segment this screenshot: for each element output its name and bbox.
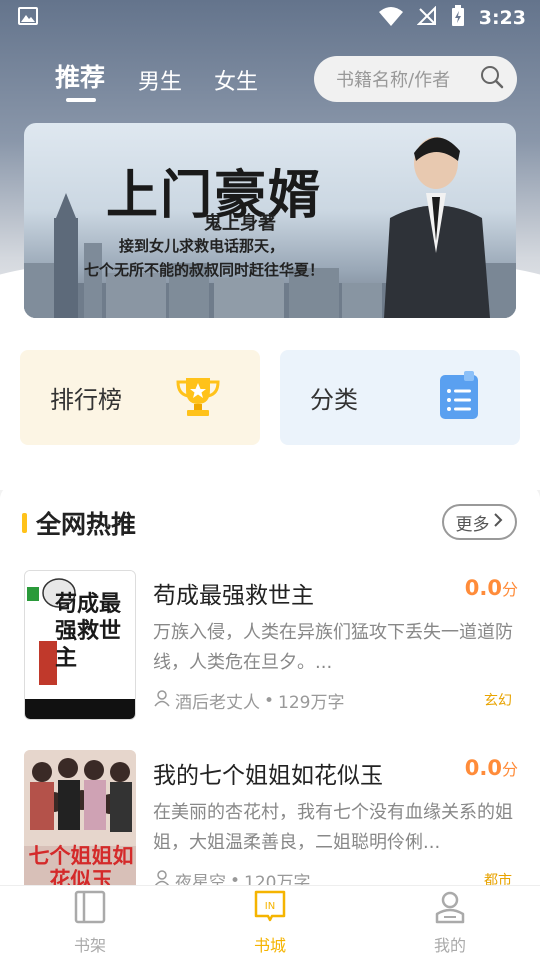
- svg-text:IN: IN: [265, 901, 275, 912]
- book-score-value: 0.0: [464, 756, 502, 780]
- top-header: 推荐 男生 女生 书籍名称/作者: [0, 50, 540, 110]
- book-cover-title: 苟成最强救世主: [55, 591, 122, 671]
- meta-separator: •: [264, 690, 275, 711]
- bottom-navigation: 书架 IN 书城 我的: [0, 885, 540, 960]
- book-cover[interactable]: 七个姐姐如花似玉: [24, 750, 136, 900]
- book-score: 0.0分: [465, 756, 518, 780]
- book-word-count: 129万字: [278, 693, 345, 713]
- book-meta: 酒后老丈人 • 129万字: [153, 688, 344, 713]
- tab-male[interactable]: 男生: [138, 64, 182, 96]
- nav-profile[interactable]: 我的: [360, 886, 540, 960]
- book-title[interactable]: 我的七个姐姐如花似玉: [153, 756, 383, 790]
- bookshelf-icon: [74, 890, 106, 928]
- book-score: 0.0分: [465, 576, 518, 600]
- nav-bookshelf-label: 书架: [73, 936, 106, 955]
- category-card[interactable]: 分类: [280, 350, 520, 445]
- ranking-label: 排行榜: [50, 386, 122, 414]
- bookstore-icon: IN: [254, 890, 286, 928]
- book-cover[interactable]: 苟成最强救世主: [24, 570, 136, 720]
- author-icon: [153, 689, 171, 712]
- chevron-right-icon: [492, 512, 504, 533]
- more-label: 更多: [455, 514, 490, 535]
- trophy-icon: [174, 372, 222, 424]
- category-label: 分类: [310, 386, 358, 414]
- active-tab-indicator: [66, 98, 96, 102]
- tab-female[interactable]: 女生: [214, 64, 258, 96]
- section-title: 全网热推: [36, 510, 137, 539]
- wifi-icon: [378, 6, 403, 30]
- book-genre-tag: 玄幻: [484, 693, 512, 709]
- banner-tagline-1: 接到女儿求救电话那天，: [119, 237, 285, 255]
- search-icon[interactable]: [479, 64, 505, 95]
- book-score-unit: 分: [501, 580, 518, 599]
- nav-bookshelf[interactable]: 书架: [0, 886, 180, 960]
- section-title-marker: [22, 513, 27, 533]
- book-description: 在美丽的杏花村，我有七个没有血缘关系的姐姐，大姐温柔善良，二姐聪明伶俐...: [153, 802, 513, 853]
- book-item[interactable]: 苟成最强救世主 苟成最强救世主 0.0分 万族入侵，人类在异族们猛攻下丢失一道道…: [0, 570, 540, 730]
- book-score-unit: 分: [501, 760, 518, 779]
- status-time: 3:23: [478, 7, 526, 29]
- category-list-icon: [438, 370, 482, 425]
- book-description: 万族入侵，人类在异族们猛攻下丢失一道道防线，人类危在旦夕。...: [153, 622, 513, 673]
- search-box[interactable]: 书籍名称/作者: [314, 56, 517, 102]
- hot-recommend-section: 全网热推 更多 苟成最强救世主 苟成最强救世主 0.0分 万族入侵，人类在异族们…: [0, 485, 540, 905]
- no-signal-icon: [416, 5, 437, 30]
- gallery-notification-icon: [18, 6, 38, 30]
- nav-bookstore-label: 书城: [253, 936, 286, 955]
- more-button[interactable]: 更多: [442, 504, 517, 540]
- banner-tagline-2: 七个无所不能的叔叔同时赶往华夏！: [84, 261, 325, 279]
- tab-recommend[interactable]: 推荐: [55, 58, 105, 94]
- status-bar: 3:23: [0, 0, 540, 36]
- book-title[interactable]: 苟成最强救世主: [153, 576, 314, 610]
- nav-profile-label: 我的: [433, 936, 466, 955]
- book-score-value: 0.0: [464, 576, 502, 600]
- profile-icon: [434, 890, 466, 928]
- battery-charging-icon: [451, 5, 465, 31]
- ranking-card[interactable]: 排行榜: [20, 350, 260, 445]
- promo-banner[interactable]: 上门豪婿 鬼上身著 接到女儿求救电话那天， 七个无所不能的叔叔同时赶往华夏！: [24, 123, 516, 318]
- book-author: 酒后老丈人: [175, 693, 260, 713]
- banner-author: 鬼上身著: [204, 213, 276, 234]
- search-placeholder: 书籍名称/作者: [336, 70, 451, 91]
- nav-bookstore[interactable]: IN 书城: [180, 886, 360, 960]
